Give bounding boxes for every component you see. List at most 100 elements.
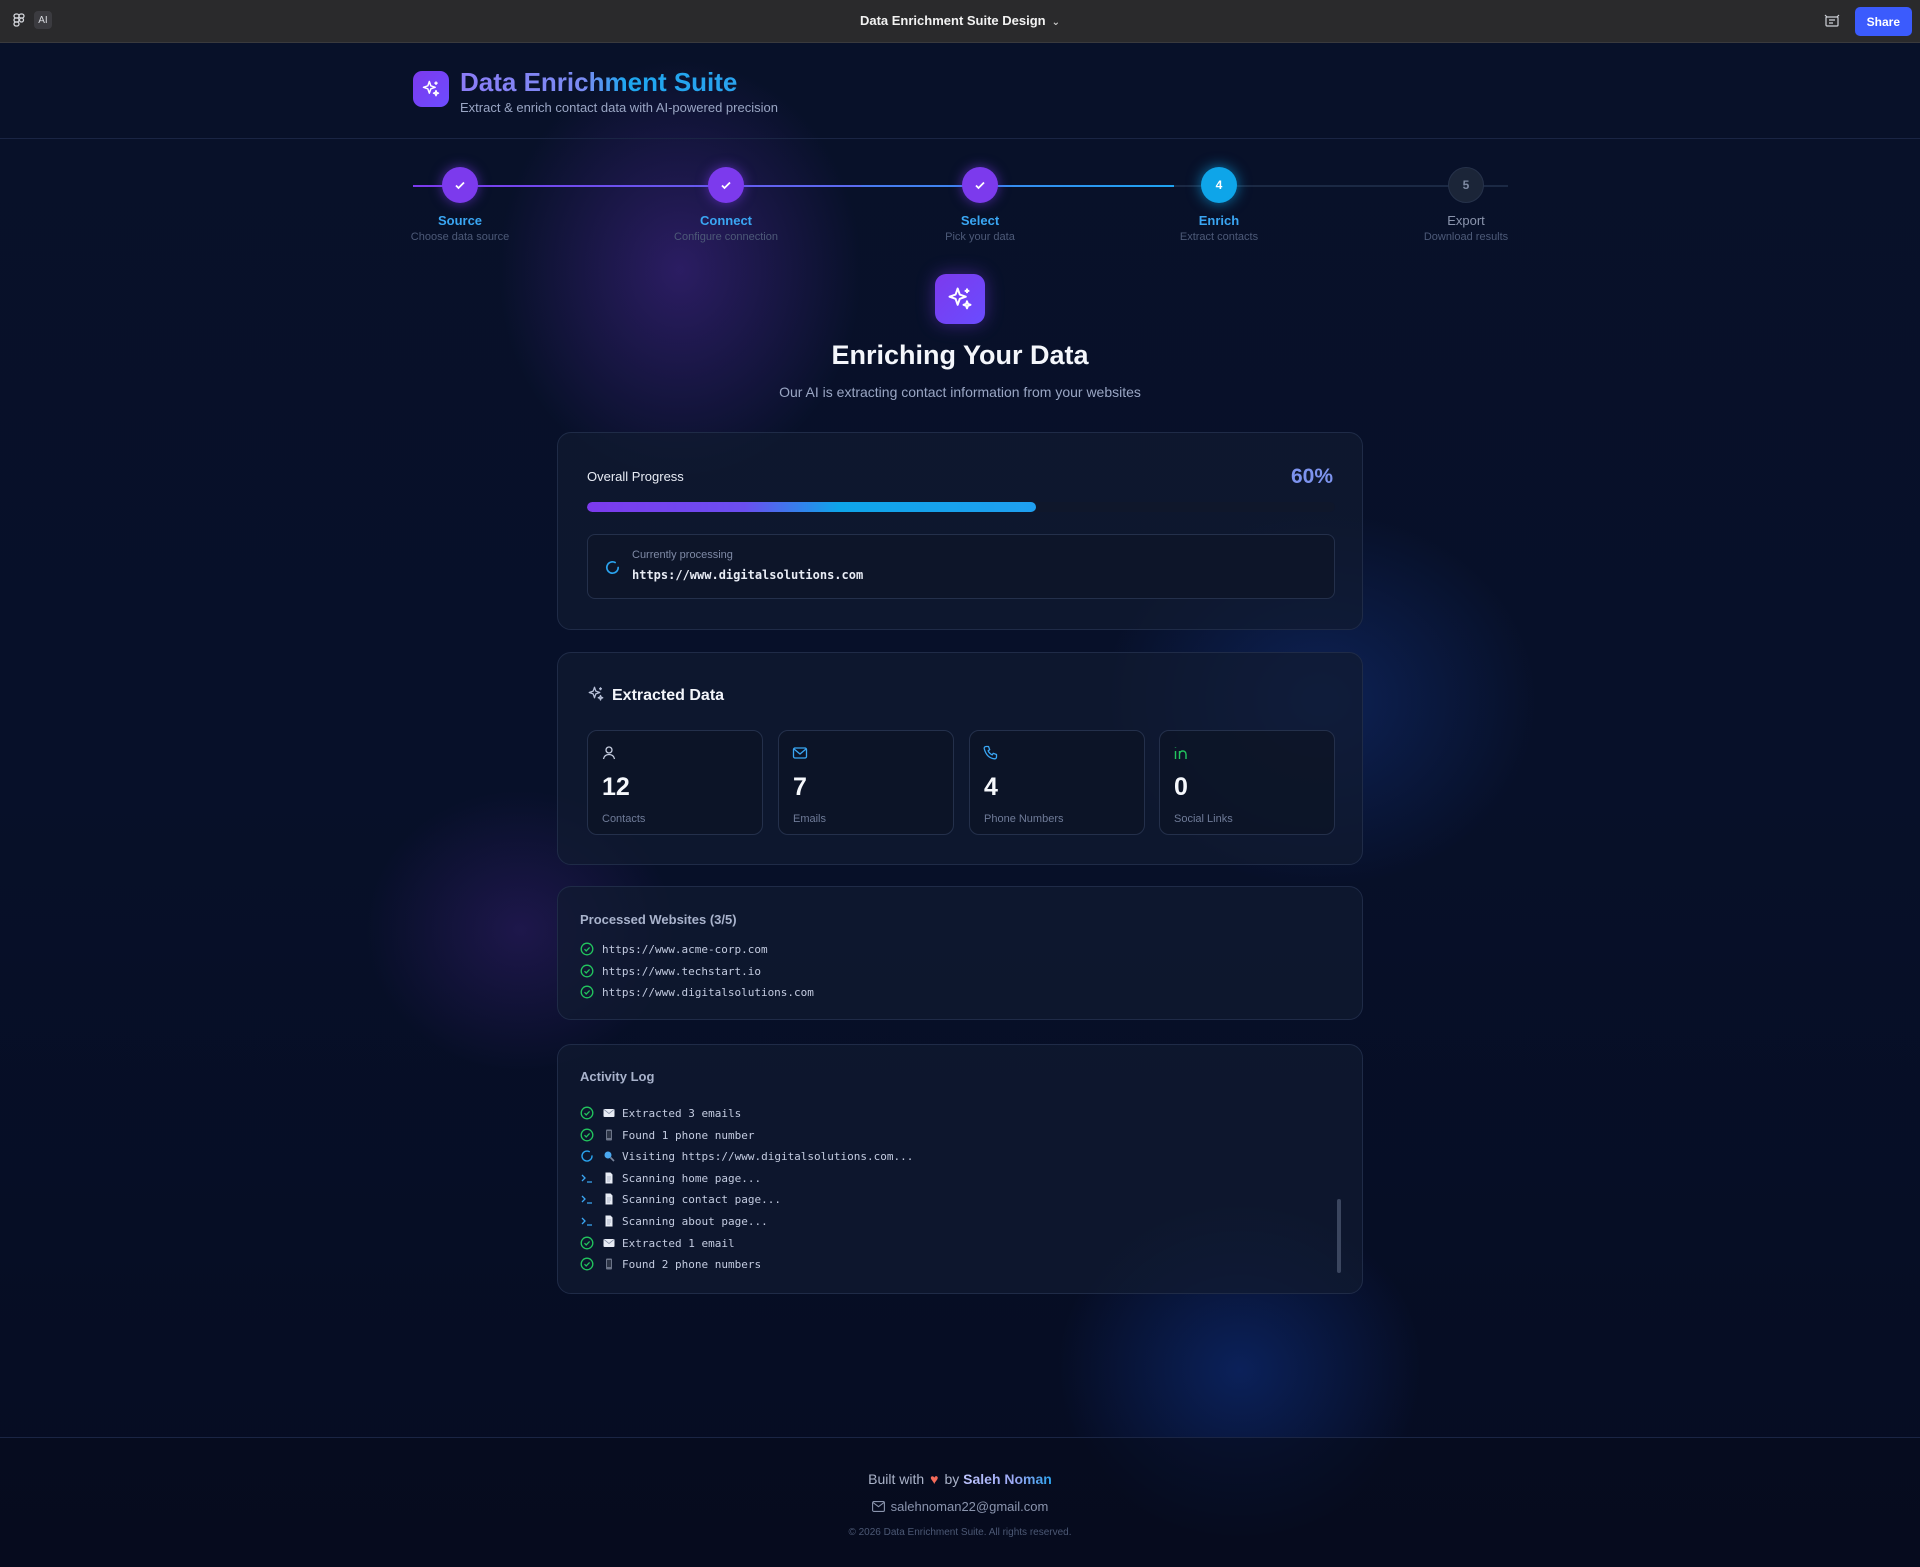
stat-label: Phone Numbers — [984, 813, 1064, 825]
mail-icon — [792, 747, 808, 759]
step-desc: Download results — [1423, 231, 1509, 243]
by-text: by — [944, 1471, 960, 1487]
check-circle-icon — [580, 985, 594, 999]
site-url: https://www.acme-corp.com — [602, 942, 768, 956]
extracted-data-card: Extracted Data 12 Contacts 7 Emails 4 Ph… — [557, 652, 1363, 865]
stat-social-links: 0 Social Links — [1159, 730, 1335, 835]
step-select[interactable]: Select Pick your data — [910, 165, 1050, 243]
app-subtitle: Extract & enrich contact data with AI-po… — [460, 100, 778, 115]
progress-bar — [587, 502, 1335, 512]
check-circle-icon — [580, 1128, 594, 1142]
user-icon — [602, 746, 616, 760]
terminal-icon — [581, 1174, 592, 1183]
file-title[interactable]: Data Enrichment Suite Design — [860, 13, 1046, 28]
topbar-right: Share — [1823, 7, 1912, 36]
app-title: Data Enrichment Suite — [460, 67, 738, 97]
log-text: Visiting https://www.digitalsolutions.co… — [622, 1149, 914, 1163]
figma-menu-icon[interactable] — [10, 11, 28, 29]
heart-icon: ♥ — [930, 1471, 939, 1487]
step-connect[interactable]: Connect Configure connection — [656, 165, 796, 243]
linkedin-icon — [1174, 747, 1187, 759]
share-button[interactable]: Share — [1854, 7, 1912, 36]
progress-label: Overall Progress — [587, 469, 684, 484]
check-icon — [442, 167, 478, 203]
check-icon — [962, 167, 998, 203]
loading-spinner-icon — [605, 561, 620, 574]
step-desc: Choose data source — [410, 231, 510, 243]
log-entry: Found 2 phone numbers — [580, 1256, 761, 1272]
step-label: Enrich — [1198, 213, 1240, 228]
extracted-data-title: Extracted Data — [612, 687, 725, 704]
phone-icon — [983, 745, 998, 760]
log-text: Scanning contact page... — [622, 1192, 781, 1206]
list-item: https://www.digitalsolutions.com — [580, 984, 814, 1000]
log-entry: Extracted 1 email — [580, 1235, 735, 1251]
check-circle-icon — [580, 942, 594, 956]
present-icon[interactable] — [1823, 13, 1841, 31]
activity-log-card: Activity Log Extracted 3 emails Found 1 … — [557, 1044, 1363, 1294]
sparkles-icon — [588, 686, 604, 701]
log-entry: Scanning about page... — [580, 1213, 768, 1229]
overall-progress-card: Overall Progress 60% Currently processin… — [557, 432, 1363, 630]
editor-topbar: AI Data Enrichment Suite Design ⌄ Share — [0, 0, 1920, 43]
stat-label: Emails — [793, 813, 827, 825]
step-desc: Pick your data — [945, 231, 1015, 243]
progress-stepper: Source Choose data source Connect Config… — [411, 165, 1508, 245]
step-desc: Configure connection — [674, 231, 778, 243]
footer: Built with ♥ by Saleh Noman salehnoman22@g… — [0, 1437, 1920, 1567]
stat-contacts: 12 Contacts — [587, 730, 763, 835]
log-entry: Scanning contact page... — [580, 1191, 781, 1207]
copyright: © 2026 Data Enrichment Suite. All rights… — [848, 1527, 1072, 1538]
chevron-down-icon[interactable]: ⌄ — [1052, 17, 1060, 28]
progress-bar-fill — [587, 502, 1036, 512]
log-entry: Found 1 phone number — [580, 1127, 754, 1143]
step-export[interactable]: 5 Export Download results — [1396, 165, 1536, 243]
stat-label: Contacts — [602, 813, 646, 825]
author-name[interactable]: Saleh Noman — [963, 1471, 1052, 1487]
file-title-menu[interactable]: Data Enrichment Suite Design ⌄ — [0, 13, 1920, 28]
mobile-phone-icon — [606, 1258, 612, 1270]
processing-label: Currently processing — [632, 549, 733, 561]
log-entry: Visiting https://www.digitalsolutions.co… — [580, 1148, 913, 1164]
sparkles-icon — [935, 274, 985, 324]
terminal-icon — [581, 1195, 592, 1204]
step-desc: Extract contacts — [1179, 231, 1259, 243]
log-text: Scanning home page... — [622, 1171, 762, 1185]
stat-emails: 7 Emails — [778, 730, 954, 835]
list-item: https://www.techstart.io — [580, 963, 761, 979]
contact-email-line[interactable]: salehnoman22@gmail.com — [0, 1499, 1920, 1514]
activity-log-title: Activity Log — [580, 1069, 655, 1084]
terminal-icon — [581, 1217, 592, 1226]
log-scrollbar[interactable] — [1337, 1199, 1341, 1273]
log-text: Extracted 3 emails — [622, 1106, 742, 1120]
topbar-left: AI — [10, 11, 52, 29]
site-url: https://www.techstart.io — [602, 964, 761, 978]
log-text: Found 1 phone number — [622, 1128, 755, 1142]
magnifier-icon — [604, 1151, 615, 1162]
envelope-icon — [603, 1109, 615, 1117]
stat-value: 4 — [984, 773, 998, 801]
stat-label: Social Links — [1174, 813, 1233, 825]
step-label: Select — [960, 213, 1000, 228]
processed-websites-card: Processed Websites (3/5) https://www.acm… — [557, 886, 1363, 1020]
stat-value: 12 — [602, 773, 630, 801]
log-text: Extracted 1 email — [622, 1236, 735, 1250]
step-label: Export — [1447, 213, 1485, 228]
loading-spinner-icon — [581, 1150, 593, 1162]
contact-email[interactable]: salehnoman22@gmail.com — [891, 1499, 1049, 1514]
mobile-phone-icon — [606, 1129, 612, 1141]
envelope-icon — [603, 1239, 615, 1247]
page-title: Enriching Your Data — [831, 340, 1089, 370]
log-text: Scanning about page... — [622, 1214, 768, 1228]
stat-value: 0 — [1174, 773, 1188, 801]
step-label: Source — [437, 213, 483, 228]
step-enrich[interactable]: 4 Enrich Extract contacts — [1149, 165, 1289, 243]
ai-badge[interactable]: AI — [34, 11, 52, 29]
sparkles-logo-icon — [413, 71, 449, 107]
page-icon — [605, 1193, 613, 1205]
site-url: https://www.digitalsolutions.com — [602, 985, 814, 999]
stat-value: 7 — [793, 773, 807, 801]
list-item: https://www.acme-corp.com — [580, 941, 768, 957]
check-icon — [708, 167, 744, 203]
step-source[interactable]: Source Choose data source — [390, 165, 530, 243]
